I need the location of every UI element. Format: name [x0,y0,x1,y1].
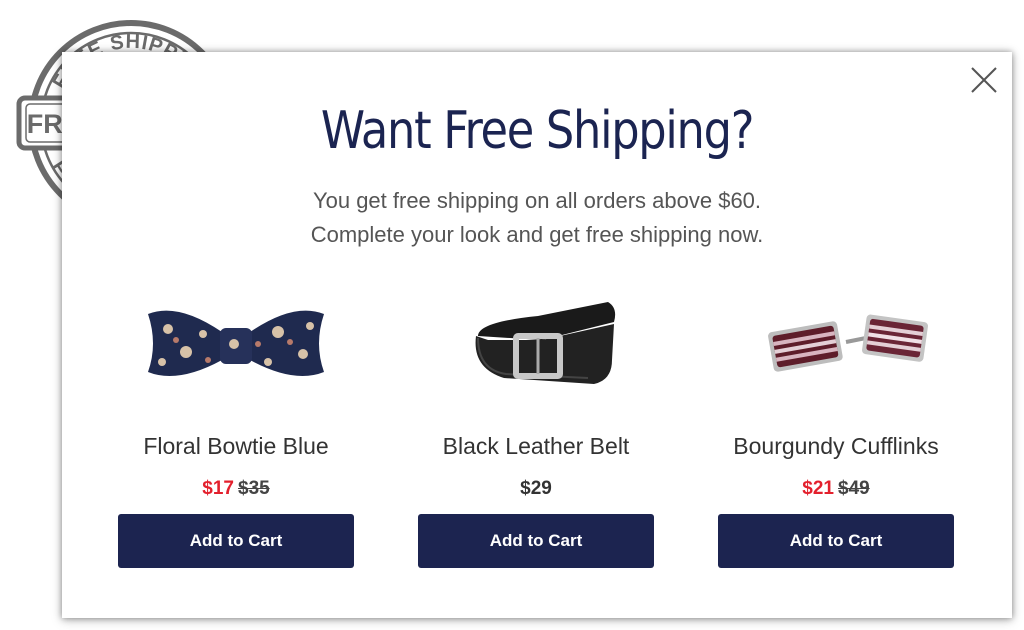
original-price: $49 [838,478,870,499]
product-price: $17 $35 [118,474,354,504]
product-price: $29 [418,474,654,504]
cufflinks-image[interactable] [718,274,954,414]
product-name[interactable]: Bourgundy Cufflinks [718,428,954,464]
modal-subtitle: You get free shipping on all orders abov… [62,184,1012,252]
original-price: $35 [238,478,270,499]
product-card-bowtie: Floral Bowtie Blue $17 $35 Add to Cart [118,274,354,568]
sale-price: $17 [202,478,234,499]
product-name[interactable]: Floral Bowtie Blue [118,428,354,464]
product-card-belt: Black Leather Belt $29 Add to Cart [418,274,654,568]
subtitle-line-1: You get free shipping on all orders abov… [312,188,762,213]
product-name[interactable]: Black Leather Belt [418,428,654,464]
product-card-cufflinks: Bourgundy Cufflinks $21 $49 Add to Cart [718,274,954,568]
close-icon [971,67,997,93]
bowtie-image[interactable] [118,274,354,414]
sale-price: $21 [802,478,834,499]
product-price: $21 $49 [718,474,954,504]
price: $29 [520,478,552,499]
add-to-cart-button[interactable]: Add to Cart [118,514,354,568]
close-button[interactable] [970,66,998,94]
add-to-cart-button[interactable]: Add to Cart [418,514,654,568]
modal-title: Want Free Shipping? [320,101,755,161]
free-shipping-modal: Want Free Shipping? You get free shippin… [62,52,1012,618]
add-to-cart-button[interactable]: Add to Cart [718,514,954,568]
subtitle-line-2: Complete your look and get free shipping… [310,222,764,247]
belt-image[interactable] [418,274,654,414]
